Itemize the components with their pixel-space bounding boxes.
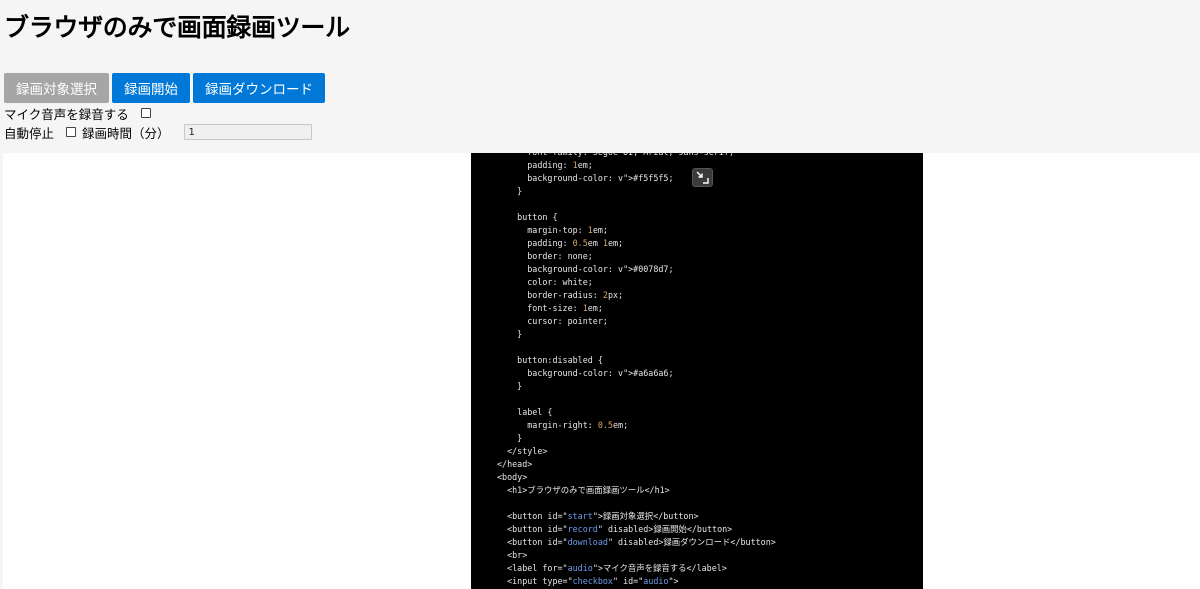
duration-label: 録画時間（分）	[82, 125, 170, 141]
code-line: font-size: 1em;	[497, 303, 603, 313]
code-line: padding: 0.5em 1em;	[497, 238, 624, 248]
code-line: cursor: pointer;	[497, 316, 608, 326]
button-row: 録画対象選択 録画開始 録画ダウンロード	[4, 73, 325, 103]
code-line: }	[497, 186, 523, 196]
code-line: }	[497, 433, 523, 443]
auto-stop-checkbox[interactable]	[66, 127, 77, 137]
mic-option-row: マイク音声を録音する	[4, 104, 159, 122]
code-line: button {	[497, 212, 558, 222]
code-line: border-radius: 2px;	[497, 290, 624, 300]
page-title: ブラウザのみで画面録画ツール	[4, 13, 350, 42]
auto-stop-label: 自動停止	[4, 125, 55, 141]
start-record-button[interactable]: 録画開始	[112, 73, 190, 103]
code-line: label {	[497, 407, 553, 417]
code-line: <button id="download" disabled>録画ダウンロード<…	[497, 537, 776, 547]
code-line: <input type="checkbox" id="audio">	[497, 576, 679, 586]
mic-label: マイク音声を録音する	[4, 106, 129, 122]
code-line: <button id="start">録画対象選択</button>	[497, 511, 699, 521]
code-line: background-color: v">#f5f5f5;	[497, 173, 674, 183]
code-line: <body>	[497, 472, 528, 482]
download-button[interactable]: 録画ダウンロード	[193, 73, 325, 103]
code-line: }	[497, 329, 523, 339]
code-line: border: none;	[497, 251, 593, 261]
code-line: button:disabled {	[497, 355, 603, 365]
code-line: <br>	[497, 550, 528, 560]
code-line: <button id="record" disabled>録画開始</butto…	[497, 524, 733, 534]
code-line: }	[497, 381, 523, 391]
code-line: color: white;	[497, 277, 593, 287]
duration-input[interactable]	[183, 124, 312, 140]
code-line: padding: 1em;	[497, 160, 593, 170]
code-line: background-color: v">#0078d7;	[497, 264, 674, 274]
code-line: </head>	[497, 459, 533, 469]
code-line: margin-top: 1em;	[497, 225, 608, 235]
code-line: <label for="audio">マイク音声を録音する</label>	[497, 563, 727, 573]
exit-fullscreen-icon[interactable]	[692, 168, 713, 187]
preview-code: font-family: Segoe UI, Arial, sans-serif…	[471, 153, 776, 588]
auto-stop-row: 自動停止 録画時間（分）	[4, 123, 312, 141]
recording-preview-video[interactable]: font-family: Segoe UI, Arial, sans-serif…	[471, 153, 923, 589]
select-target-button[interactable]: 録画対象選択	[4, 73, 109, 103]
code-line: <h1>ブラウザのみで画面録画ツール</h1>	[497, 485, 670, 495]
code-line: margin-right: 0.5em;	[497, 420, 629, 430]
code-line: </style>	[497, 446, 548, 456]
code-line: background-color: v">#a6a6a6;	[497, 368, 674, 378]
mic-checkbox[interactable]	[140, 108, 151, 118]
